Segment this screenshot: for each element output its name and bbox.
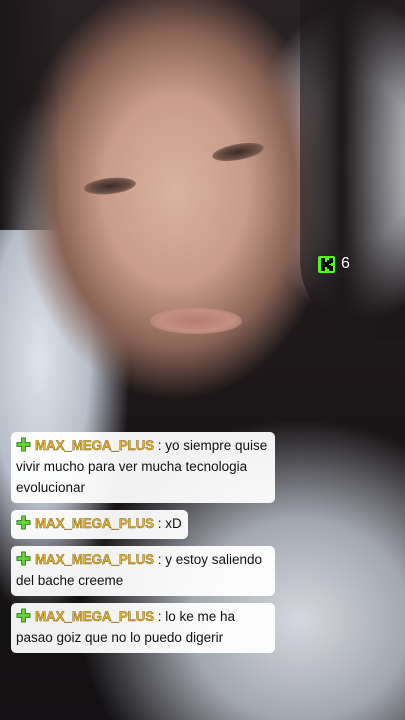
green-sparkle-badge-icon [16, 437, 31, 452]
chat-separator: : [157, 516, 162, 531]
viewer-count-badge: 6 [314, 251, 356, 277]
chat-overlay: MAX_MEGA_PLUS : yo siempre quise vivir m… [11, 432, 275, 660]
chat-message-text: xD [165, 516, 182, 531]
live-stream-view: 6 MAX_MEGA_PLUS : yo siempre quise vivir… [0, 0, 405, 720]
chat-username[interactable]: MAX_MEGA_PLUS [35, 516, 155, 531]
chat-separator: : [157, 552, 162, 567]
green-sparkle-badge-icon [16, 608, 31, 623]
camera-feed-eye-left [83, 175, 137, 197]
chat-message: MAX_MEGA_PLUS : yo siempre quise vivir m… [11, 432, 275, 503]
green-sparkle-badge-icon [16, 515, 31, 530]
camera-feed-eye-right [211, 139, 265, 165]
chat-separator: : [157, 609, 162, 624]
green-sparkle-badge-icon [16, 551, 31, 566]
kick-icon [318, 255, 335, 273]
chat-username[interactable]: MAX_MEGA_PLUS [35, 552, 155, 567]
camera-feed-shadow-right [300, 0, 405, 340]
chat-username[interactable]: MAX_MEGA_PLUS [35, 609, 155, 624]
camera-feed-mouth [150, 308, 242, 334]
chat-separator: : [157, 438, 162, 453]
chat-message: MAX_MEGA_PLUS : lo ke me ha pasao goiz q… [11, 603, 275, 653]
chat-message: MAX_MEGA_PLUS : xD [11, 510, 188, 539]
viewer-count: 6 [341, 255, 350, 272]
chat-message: MAX_MEGA_PLUS : y estoy saliendo del bac… [11, 546, 275, 596]
chat-username[interactable]: MAX_MEGA_PLUS [35, 438, 155, 453]
camera-feed-shadow-left [0, 0, 60, 230]
